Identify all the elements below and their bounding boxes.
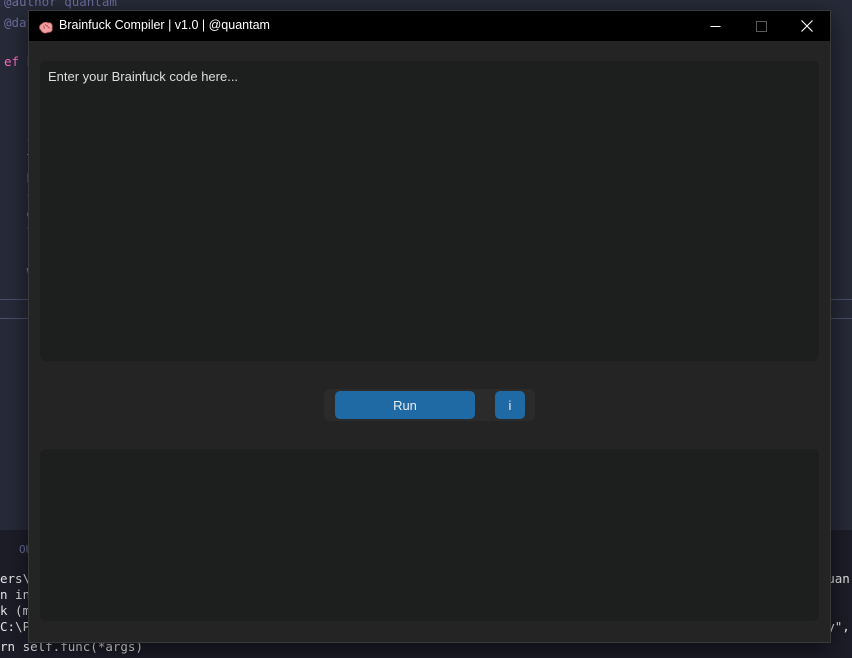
maximize-button[interactable] [738,11,784,41]
maximize-icon [755,20,767,32]
close-icon [801,20,813,32]
minimize-button[interactable] [692,11,738,41]
app-window: Brainfuck Compiler | v1.0 | @quantam Ent… [29,11,830,642]
background-code-line: @author quantam [4,0,117,9]
run-button[interactable]: Run [335,391,475,419]
minimize-icon [710,21,721,32]
brain-icon [39,19,53,34]
code-input[interactable]: Enter your Brainfuck code here... [40,61,819,361]
info-button[interactable]: i [495,391,525,419]
background-terminal-line-end: uan [827,571,850,586]
output-box[interactable] [40,449,819,621]
code-input-placeholder: Enter your Brainfuck code here... [48,69,239,84]
window-title: Brainfuck Compiler | v1.0 | @quantam [59,18,270,32]
background-terminal-line-end: y", [827,619,850,634]
title-bar[interactable]: Brainfuck Compiler | v1.0 | @quantam [29,11,830,41]
close-button[interactable] [784,11,830,41]
